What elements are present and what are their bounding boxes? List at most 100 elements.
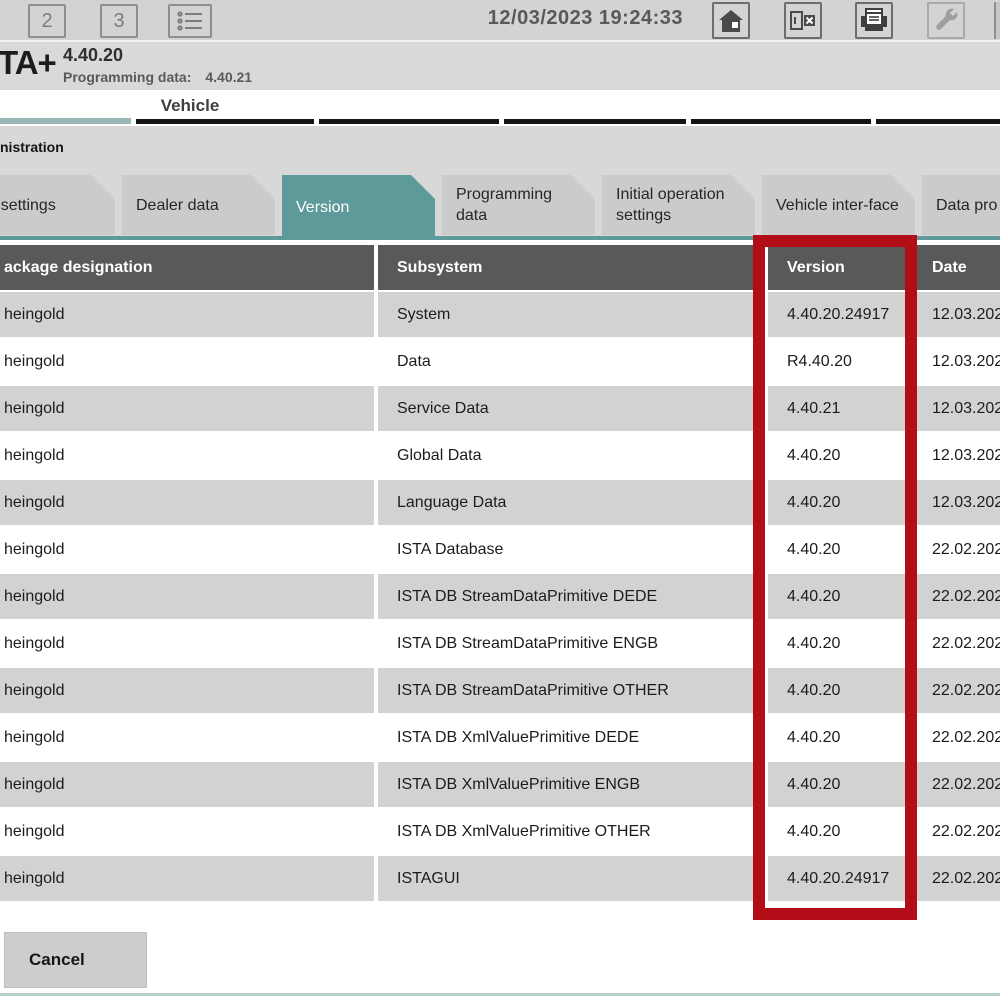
tab-vehicle-inter-face[interactable]: Vehicle inter-face — [762, 175, 915, 235]
row-version: 4.40.20 — [768, 480, 908, 525]
table-header-row: ackage designation Subsystem Version Dat… — [0, 245, 1000, 290]
row-subsystem: ISTA DB StreamDataPrimitive ENGB — [378, 621, 763, 666]
screen-2-button[interactable]: 2 — [28, 4, 66, 38]
bottom-accent-line — [0, 993, 1000, 996]
table-row[interactable]: heingoldISTA Database4.40.2022.02.2023 — [0, 527, 1000, 572]
row-date: 22.02.2023 — [913, 715, 1000, 760]
row-version: 4.40.20 — [768, 621, 908, 666]
row-subsystem: ISTA Database — [378, 527, 763, 572]
table-row[interactable]: heingoldISTA DB StreamDataPrimitive OTHE… — [0, 668, 1000, 713]
nav-underline — [876, 119, 1000, 124]
row-date: 22.02.2023 — [913, 527, 1000, 572]
tab-dealer-data[interactable]: Dealer data — [122, 175, 275, 235]
row-date: 22.02.2023 — [913, 621, 1000, 666]
column-header-package-designation[interactable]: ackage designation — [0, 245, 374, 290]
app-header: TA+ 4.40.20 Programming data:4.40.21 — [0, 42, 1000, 90]
operations-list-button[interactable] — [168, 4, 212, 38]
row-date: 12.03.2023 — [913, 480, 1000, 525]
table-row[interactable]: heingoldDataR4.40.2012.03.2023 — [0, 339, 1000, 384]
row-package: heingold — [0, 621, 374, 666]
row-subsystem: Service Data — [378, 386, 763, 431]
table-row[interactable]: heingoldISTA DB XmlValuePrimitive ENGB4.… — [0, 762, 1000, 807]
tab-version[interactable]: Version — [282, 175, 435, 240]
programming-data-line: Programming data: 4.40.21 — [63, 69, 252, 85]
tab-initial-operation-settings[interactable]: Initial operation settings — [602, 175, 755, 235]
active-tab-accent-line — [0, 236, 1000, 240]
row-subsystem: ISTAGUI — [378, 856, 763, 901]
row-date: 22.02.2023 — [913, 574, 1000, 619]
app-version: 4.40.20 — [63, 45, 123, 66]
nav-tab-vehicle[interactable]: Vehicle — [130, 96, 250, 116]
row-package: heingold — [0, 386, 374, 431]
programming-data-version: 4.40.21 — [205, 69, 252, 85]
settings-tabstrip: ent settingsDealer dataVersionProgrammin… — [0, 175, 1000, 235]
row-subsystem: Global Data — [378, 433, 763, 478]
row-version: 4.40.20.24917 — [768, 292, 908, 337]
printer-icon — [860, 8, 888, 34]
column-header-subsystem[interactable]: Subsystem — [378, 245, 763, 290]
programming-data-label: Programming data: — [63, 69, 191, 85]
row-version: 4.40.20.24917 — [768, 856, 908, 901]
row-subsystem: ISTA DB XmlValuePrimitive OTHER — [378, 809, 763, 854]
row-package: heingold — [0, 433, 374, 478]
print-button[interactable] — [855, 2, 893, 39]
close-dialogs-button[interactable] — [784, 2, 822, 39]
administration-band: nistration ent settingsDealer dataVersio… — [0, 126, 1000, 236]
row-date: 12.03.2023 — [913, 292, 1000, 337]
clipped-button-edge — [994, 2, 1000, 39]
row-package: heingold — [0, 339, 374, 384]
table-row[interactable]: heingoldSystem4.40.20.2491712.03.2023 — [0, 292, 1000, 337]
row-package: heingold — [0, 668, 374, 713]
table-row[interactable]: heingoldGlobal Data4.40.2012.03.2023 — [0, 433, 1000, 478]
section-title: nistration — [0, 139, 64, 155]
row-subsystem: ISTA DB XmlValuePrimitive DEDE — [378, 715, 763, 760]
row-version: 4.40.21 — [768, 386, 908, 431]
tab-ent-settings[interactable]: ent settings — [0, 175, 115, 235]
row-subsystem: Data — [378, 339, 763, 384]
row-version: 4.40.20 — [768, 574, 908, 619]
table-row[interactable]: heingoldISTA DB StreamDataPrimitive DEDE… — [0, 574, 1000, 619]
cancel-button[interactable]: Cancel — [4, 932, 147, 988]
nav-underline — [136, 119, 314, 124]
nav-underline-active — [0, 118, 131, 124]
screen-3-button[interactable]: 3 — [100, 4, 138, 38]
row-version: 4.40.20 — [768, 809, 908, 854]
table-body: heingoldSystem4.40.20.2491712.03.2023hei… — [0, 292, 1000, 901]
table-row[interactable]: heingoldService Data4.40.2112.03.2023 — [0, 386, 1000, 431]
row-date: 22.02.2023 — [913, 809, 1000, 854]
column-header-date[interactable]: Date — [913, 245, 1000, 290]
home-button[interactable] — [712, 2, 750, 39]
row-package: heingold — [0, 480, 374, 525]
row-version: 4.40.20 — [768, 668, 908, 713]
row-date: 12.03.2023 — [913, 386, 1000, 431]
row-date: 22.02.2023 — [913, 762, 1000, 807]
close-dialogs-icon — [790, 9, 816, 33]
row-package: heingold — [0, 715, 374, 760]
row-subsystem: ISTA DB StreamDataPrimitive DEDE — [378, 574, 763, 619]
row-date: 22.02.2023 — [913, 668, 1000, 713]
nav-underline — [691, 119, 871, 124]
table-row[interactable]: heingoldISTA DB XmlValuePrimitive DEDE4.… — [0, 715, 1000, 760]
row-package: heingold — [0, 809, 374, 854]
table-row[interactable]: heingoldISTAGUI4.40.20.2491722.02.2023 — [0, 856, 1000, 901]
table-row[interactable]: heingoldLanguage Data4.40.2012.03.2023 — [0, 480, 1000, 525]
row-version: 4.40.20 — [768, 715, 908, 760]
row-version: R4.40.20 — [768, 339, 908, 384]
tab-data-pro[interactable]: Data pro — [922, 175, 1000, 235]
home-icon — [718, 8, 744, 34]
wrench-icon — [933, 8, 959, 34]
row-subsystem: ISTA DB StreamDataPrimitive OTHER — [378, 668, 763, 713]
row-subsystem: System — [378, 292, 763, 337]
row-package: heingold — [0, 527, 374, 572]
column-header-version[interactable]: Version — [768, 245, 908, 290]
table-row[interactable]: heingoldISTA DB XmlValuePrimitive OTHER4… — [0, 809, 1000, 854]
row-package: heingold — [0, 292, 374, 337]
nav-underline — [319, 119, 499, 124]
table-row[interactable]: heingoldISTA DB StreamDataPrimitive ENGB… — [0, 621, 1000, 666]
row-version: 4.40.20 — [768, 527, 908, 572]
row-subsystem: ISTA DB XmlValuePrimitive ENGB — [378, 762, 763, 807]
settings-button[interactable] — [927, 2, 965, 39]
tab-programming-data[interactable]: Programming data — [442, 175, 595, 235]
title-bar: 2 3 12/03/2023 19:24:33 — [0, 0, 1000, 42]
nav-underline — [504, 119, 686, 124]
